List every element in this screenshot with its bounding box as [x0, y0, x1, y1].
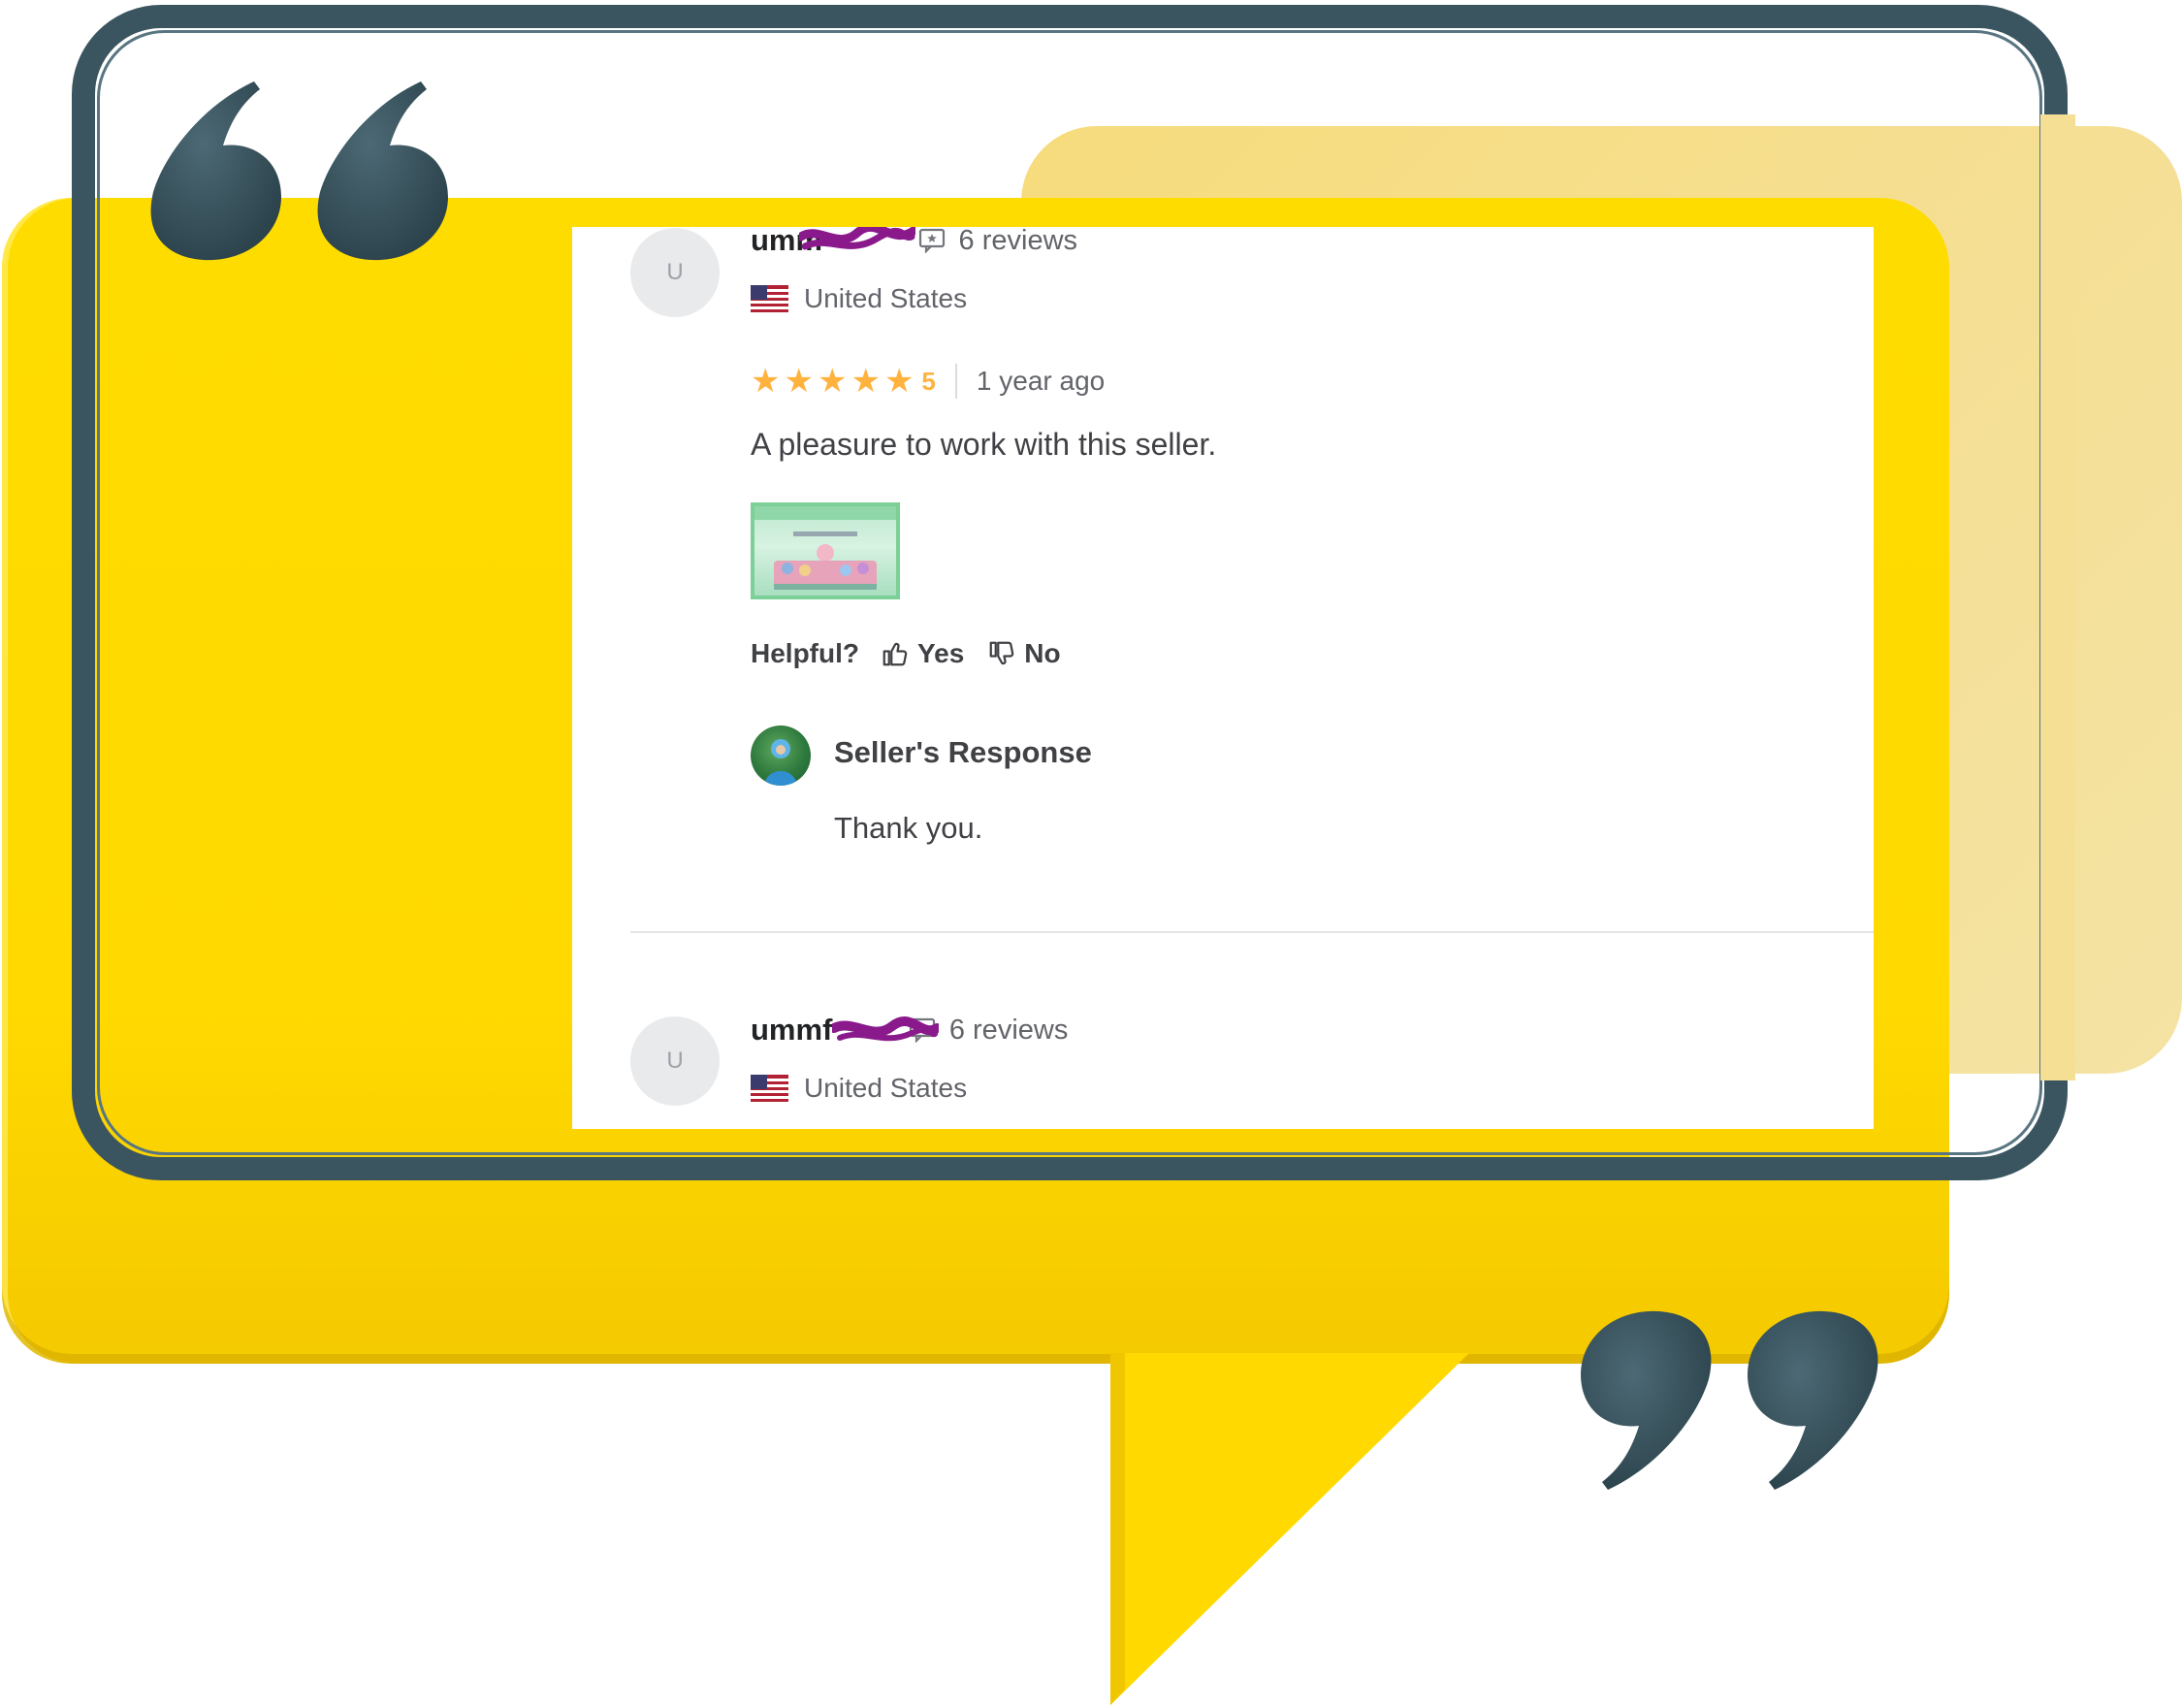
helpful-no-label: No: [1024, 638, 1061, 668]
review-text: A pleasure to work with this seller.: [751, 427, 1217, 462]
star-icon: ★: [883, 363, 915, 400]
reviewer-avatar[interactable]: U: [630, 228, 720, 317]
reviews-count[interactable]: 6 reviews: [959, 227, 1078, 257]
rating-value: 5: [921, 366, 936, 396]
reviews-count[interactable]: 6 reviews: [949, 1015, 1069, 1047]
review-separator: [630, 931, 1874, 933]
reviewer-location: United States: [751, 1073, 967, 1104]
helpful-yes-label: Yes: [917, 638, 965, 668]
reviewer-header: umm 6 reviews: [751, 227, 1077, 260]
review-time: 1 year ago: [976, 366, 1106, 396]
helpful-yes-button[interactable]: Yes: [881, 638, 964, 669]
seller-response-title: Seller's Response: [834, 735, 1092, 769]
attachment-image: [754, 506, 896, 590]
seller-avatar[interactable]: [751, 725, 811, 786]
helpful-label: Helpful?: [751, 638, 859, 668]
frame-gap: [2040, 114, 2075, 1080]
star-icon: ★: [817, 363, 848, 400]
rating-row: ★ ★ ★ ★ ★ 5 1 year ago: [751, 359, 1105, 403]
redaction-scribble: [799, 227, 915, 250]
us-flag-icon: [751, 1075, 788, 1102]
avatar-initial: U: [666, 259, 684, 285]
reviewer-username[interactable]: ummf: [751, 1013, 832, 1047]
star-icon: ★: [751, 363, 781, 400]
avatar-initial: U: [666, 1047, 684, 1074]
review-attachment-thumbnail[interactable]: [751, 502, 900, 599]
reviewer-avatar[interactable]: U: [630, 1016, 720, 1106]
reviewer-location: United States: [751, 283, 967, 314]
reviewer-header: ummf 6 reviews: [751, 1011, 1068, 1049]
star-icon: ★: [850, 363, 881, 400]
reviewer-country: United States: [804, 283, 968, 313]
seller-response-text: Thank you.: [834, 811, 983, 845]
review-badge-icon: [918, 228, 945, 253]
star-icon: ★: [784, 363, 814, 400]
reviewer-country: United States: [804, 1073, 968, 1103]
helpful-row: Helpful? Yes No: [751, 634, 1061, 673]
helpful-no-button[interactable]: No: [987, 638, 1061, 669]
us-flag-icon: [751, 285, 788, 312]
thumbs-up-icon: [882, 642, 908, 666]
redaction-scribble: [832, 1015, 939, 1042]
thumbs-down-icon: [989, 641, 1014, 665]
seller-avatar-image: [764, 739, 797, 786]
rating-divider: [954, 364, 957, 399]
reviews-panel: U umm 6 reviews United States ★ ★ ★ ★ ★ …: [572, 227, 1874, 1129]
